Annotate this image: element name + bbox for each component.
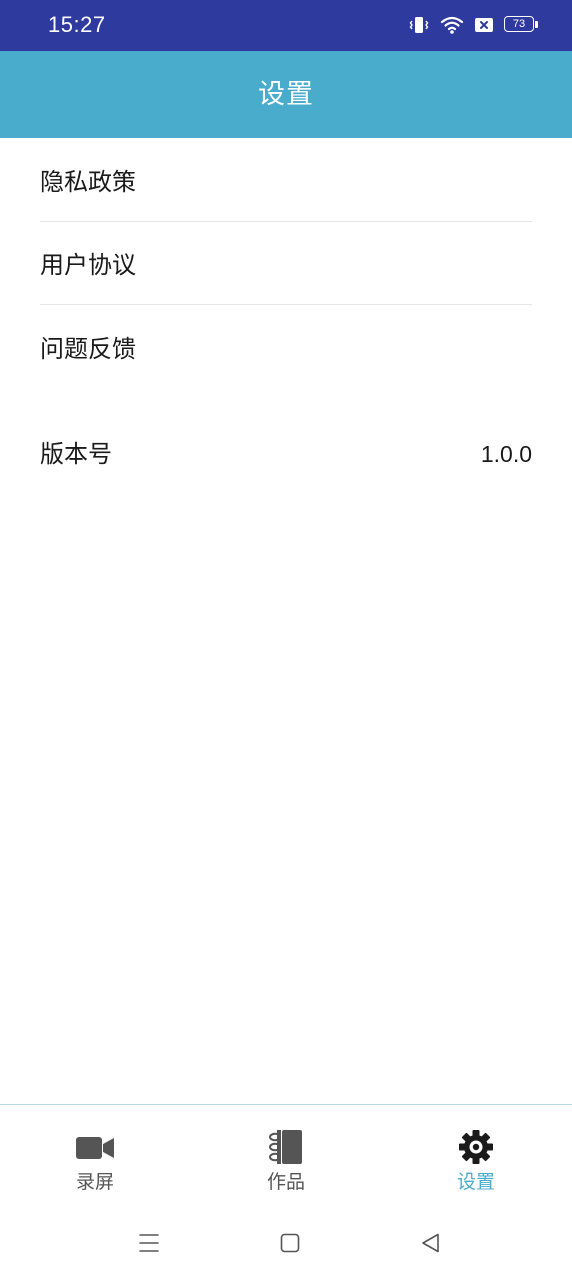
menu-item-label: 用户协议 — [40, 251, 136, 279]
menu-item-label: 隐私政策 — [40, 168, 136, 196]
version-row: 版本号 1.0.0 — [40, 412, 532, 496]
version-label: 版本号 — [40, 440, 112, 468]
notebook-icon — [266, 1129, 306, 1165]
menu-item-user-agreement[interactable]: 用户协议 — [40, 222, 532, 305]
battery-icon: 73 — [504, 16, 538, 34]
status-time: 15:27 — [48, 12, 106, 37]
menu-item-label: 问题反馈 — [40, 335, 136, 363]
wifi-icon — [440, 15, 464, 35]
version-value: 1.0.0 — [480, 441, 532, 467]
tab-settings[interactable]: 设置 — [416, 1123, 536, 1197]
sim-error-icon — [474, 16, 494, 34]
gear-icon — [456, 1129, 496, 1165]
status-icons: 73 — [408, 13, 538, 37]
tab-works[interactable]: 作品 — [226, 1123, 346, 1197]
tab-label: 设置 — [456, 1171, 495, 1193]
page-title: 设置 — [258, 79, 314, 110]
home-icon[interactable] — [277, 1230, 303, 1256]
menu-item-feedback[interactable]: 问题反馈 — [40, 306, 532, 389]
tab-label: 作品 — [266, 1171, 305, 1193]
vibrate-icon — [408, 15, 430, 35]
tab-record[interactable]: 录屏 — [35, 1123, 155, 1197]
menu-icon[interactable] — [136, 1230, 162, 1256]
back-icon[interactable] — [418, 1230, 444, 1256]
app-header: 设置 — [0, 51, 572, 138]
menu-item-privacy-policy[interactable]: 隐私政策 — [40, 139, 532, 222]
system-nav-bar — [0, 1206, 572, 1280]
video-camera-icon — [75, 1129, 115, 1165]
bottom-nav: 录屏 作品 设置 — [0, 1104, 572, 1207]
status-bar: 15:27 73 — [0, 0, 572, 51]
battery-level: 73 — [512, 18, 526, 30]
tab-label: 录屏 — [75, 1171, 114, 1193]
